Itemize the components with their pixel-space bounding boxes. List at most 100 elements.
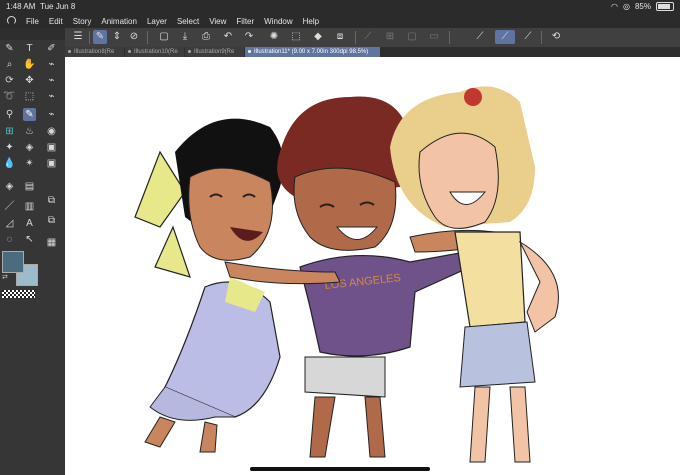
menu-story[interactable]: Story [73,17,92,26]
transform-icon[interactable]: ⧈ [333,30,347,44]
rotate-view-icon[interactable]: ⟳ [3,74,16,87]
main-color-swatch[interactable] [2,251,24,273]
zoom-icon[interactable]: ⌕ [3,58,16,71]
pen-tool-icon[interactable]: ✎ [93,30,107,44]
bucket-icon[interactable]: ◈ [3,180,16,193]
status-time: 1:48 AM [6,2,36,11]
deselect-icon[interactable]: ⟋ [361,30,375,44]
menu-window[interactable]: Window [264,17,292,26]
airbrush-icon[interactable]: ♨ [23,125,36,138]
battery-percent: 85% [634,2,651,11]
select-icon[interactable]: ⬚ [23,90,36,103]
snap-pen-icon[interactable]: ⟋ [521,30,535,44]
status-bar: 1:48 AM Tue Jun 8 ◠ ◎ 85% [0,0,680,14]
denim-skirt [459,321,536,388]
tab-label: Illustration10(Re [134,49,178,55]
menu-view[interactable]: View [209,17,226,26]
pen-icon[interactable]: ✎ [3,42,16,55]
sparkle-icon[interactable]: ✦ [3,141,16,154]
boy-face [293,167,397,251]
boy-legs [309,396,386,458]
updown-icon[interactable]: ⇕ [110,30,124,44]
hair-bow-tail [154,225,191,278]
menu-icon[interactable]: ☰ [71,30,85,44]
invert-icon[interactable]: ⊞ [383,30,397,44]
illustration-artwork: LOS ANGELES [134,86,559,463]
vector-pen-icon[interactable]: ⟋ [495,30,515,44]
hair-scrunchie [464,88,482,106]
tab-illustration10[interactable]: Illustration10(Re [125,47,184,57]
tab-illustration11[interactable]: Illustration11* (9.00 x 7.00in 300dpi 98… [245,47,380,57]
toolbar-divider [89,31,90,44]
sub-tool-icon[interactable]: ⧉ [45,194,58,207]
menu-edit[interactable]: Edit [49,17,63,26]
menu-help[interactable]: Help [303,17,319,26]
crop-icon[interactable]: ▭ [427,30,441,44]
menu-file[interactable]: File [26,17,39,26]
hand-icon[interactable]: ✋ [23,58,36,71]
menu-animation[interactable]: Animation [101,17,137,26]
eyedropper-icon[interactable]: ⚲ [3,108,16,121]
toolbar-divider [449,31,450,44]
save-icon[interactable]: ⤓ [178,30,192,44]
redo-icon[interactable]: ↷ [242,30,256,44]
sub-tool-icon[interactable]: ⧉ [45,214,58,227]
sub-tool-icon[interactable]: ▣ [45,141,58,154]
girl-face [188,167,273,261]
purple-shirt [299,251,471,357]
lasso-select-icon[interactable]: ⬚ [289,30,303,44]
tab-dot-icon [128,49,131,53]
yellow-top [454,231,526,328]
sub-tool-icon[interactable]: ⌁ [45,108,58,121]
rotate-icon[interactable]: ⟲ [549,30,563,44]
document-tabs: Illustration8(Re Illustration10(Re Illus… [65,47,680,57]
pen-tool-active-icon[interactable]: ✎ [23,108,36,121]
sub-tool-icon[interactable]: ▦ [45,236,58,249]
frame-icon[interactable]: ▥ [23,200,36,213]
tab-illustration8[interactable]: Illustration8(Re [65,47,124,57]
add-layer-icon[interactable]: ⊞ [3,125,16,138]
toolbar-divider [355,31,356,44]
gradient-icon[interactable]: ▤ [23,180,36,193]
new-file-icon[interactable]: ▢ [157,30,171,44]
blonde-legs [469,386,531,463]
sub-tool-icon[interactable]: ⌁ [45,58,58,71]
eraser-icon[interactable]: ◈ [23,141,36,154]
menu-bar: File Edit Story Animation Layer Select V… [0,14,680,28]
sub-pen-icon[interactable]: ✐ [45,42,58,55]
lasso-icon[interactable]: ➰ [3,90,16,103]
wifi-icon: ◠ [611,2,618,11]
tab-dot-icon [188,49,191,53]
tab-label: Illustration9(Re [194,49,235,55]
text-tool-icon[interactable]: A [23,217,36,230]
text-icon[interactable]: T [23,42,36,55]
command-bar: ☰ ✎ ⇕ ⊘ ▢ ⤓ ⎙ ↶ ↷ ✺ ⬚ ◆ ⧈ ⟋ ⊞ ▢ ▭ ⟋ ⟋ ⟋ … [65,28,680,47]
transparent-color-swatch[interactable] [2,290,35,298]
undo-icon[interactable]: ↶ [221,30,235,44]
balloon-icon[interactable]: ◌ [3,233,16,246]
tab-illustration9[interactable]: Illustration9(Re [185,47,244,57]
sub-tool-icon[interactable]: ⌁ [45,90,58,103]
menu-layer[interactable]: Layer [147,17,167,26]
swap-colors-icon[interactable]: ⇄ [2,273,8,281]
app-logo-icon[interactable] [4,14,18,28]
toolbar-divider [147,31,148,44]
sub-tool-icon[interactable]: ▣ [45,157,58,170]
ruler-pen-icon[interactable]: ⟋ [473,30,487,44]
object-icon[interactable]: ↖ [23,233,36,246]
print-icon[interactable]: ⎙ [199,30,213,44]
clear-icon[interactable]: ▢ [405,30,419,44]
drawing-canvas[interactable]: LOS ANGELES [65,57,680,475]
sub-tool-icon[interactable]: ◉ [45,125,58,138]
spinner-icon[interactable]: ✺ [267,30,281,44]
figure-icon[interactable]: ／ [3,200,16,213]
blend-icon[interactable]: 💧 [3,157,16,170]
move-icon[interactable]: ✥ [23,74,36,87]
sub-tool-icon[interactable]: ⌁ [45,74,58,87]
fill-icon[interactable]: ◆ [311,30,325,44]
effect-icon[interactable]: ✴ [23,157,36,170]
no-entry-icon[interactable]: ⊘ [127,30,141,44]
ruler-icon[interactable]: ◿ [3,217,16,230]
menu-filter[interactable]: Filter [236,17,254,26]
menu-select[interactable]: Select [177,17,199,26]
